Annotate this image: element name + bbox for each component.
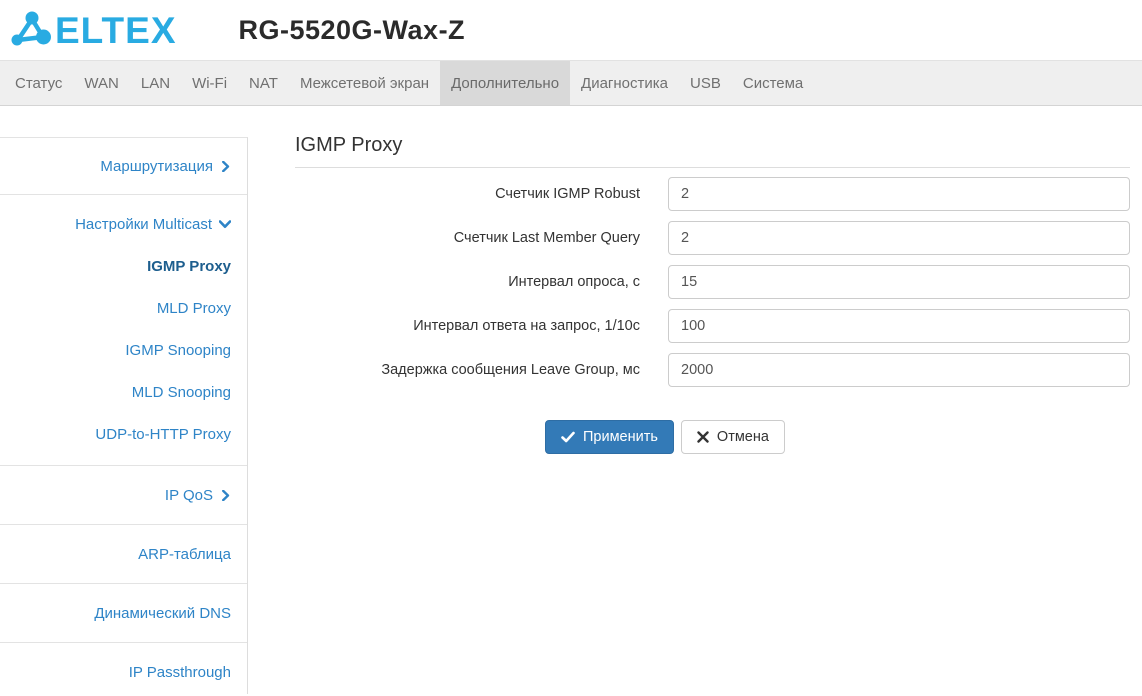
form-row: Задержка сообщения Leave Group, мс [295,353,1130,387]
main-panel: IGMP Proxy Счетчик IGMP Robust Счетчик L… [248,106,1142,694]
sidebar-item-label: Динамический DNS [94,604,231,622]
sidebar-item-multicast-settings[interactable]: Настройки Multicast [0,203,247,245]
eltex-molecule-icon [10,9,52,51]
sidebar-item-mld-proxy[interactable]: MLD Proxy [0,287,247,329]
cancel-button-label: Отмена [716,429,769,445]
igmp-robust-count-input[interactable] [668,177,1130,211]
sidebar-item-routing[interactable]: Маршрутизация [100,158,247,175]
tab-nat[interactable]: NAT [238,61,289,105]
sidebar-item-udp-to-http-proxy[interactable]: UDP-to-HTTP Proxy [0,413,247,455]
cancel-button[interactable]: Отмена [680,420,785,454]
leave-group-delay-input[interactable] [668,353,1130,387]
field-label: Счетчик IGMP Robust [495,186,640,202]
form-row: Счетчик Last Member Query [295,221,1130,255]
sidebar-item-label: Маршрутизация [100,157,213,175]
tab-diagnostics[interactable]: Диагностика [570,61,679,105]
main-nav: Статус WAN LAN Wi-Fi NAT Межсетевой экра… [0,60,1142,106]
field-label: Интервал ответа на запрос, 1/10с [413,318,640,334]
sidebar-section-routing: Маршрутизация [0,138,247,195]
sidebar-item-ip-passthrough[interactable]: IP Passthrough [0,651,247,693]
sidebar-item-igmp-proxy[interactable]: IGMP Proxy [0,245,247,287]
apply-button[interactable]: Применить [545,420,674,454]
sidebar-menu: Маршрутизация Настройки Multicast IGMP P… [0,137,248,694]
sidebar-section-multicast: Настройки Multicast IGMP Proxy MLD Proxy… [0,195,247,466]
tab-wan[interactable]: WAN [73,61,129,105]
sidebar-item-label: Настройки Multicast [75,215,212,233]
device-model-title: RG-5520G-Wax-Z [238,14,466,45]
header: ELTEX RG-5520G-Wax-Z [0,0,1142,60]
tab-additional[interactable]: Дополнительно [440,61,571,105]
field-label: Задержка сообщения Leave Group, мс [381,362,640,378]
sidebar-item-label: MLD Snooping [131,383,231,401]
sidebar-section-ddns: Динамический DNS [0,584,247,643]
tab-lan[interactable]: LAN [130,61,181,105]
tab-wifi[interactable]: Wi-Fi [181,61,238,105]
tab-system[interactable]: Система [732,61,814,105]
check-icon [561,430,575,444]
sidebar-item-label: IGMP Snooping [125,341,231,359]
sidebar-item-label: UDP-to-HTTP Proxy [95,425,231,443]
tab-status[interactable]: Статус [4,61,73,105]
sidebar-item-mld-snooping[interactable]: MLD Snooping [0,371,247,413]
sidebar-item-igmp-snooping[interactable]: IGMP Snooping [0,329,247,371]
form-row: Интервал ответа на запрос, 1/10с [295,309,1130,343]
sidebar: Маршрутизация Настройки Multicast IGMP P… [0,106,248,694]
sidebar-item-dynamic-dns[interactable]: Динамический DNS [94,605,247,622]
sidebar-item-label: IGMP Proxy [147,257,231,275]
content-area: Маршрутизация Настройки Multicast IGMP P… [0,106,1142,694]
sidebar-section-arp: ARP-таблица [0,525,247,584]
field-label: Счетчик Last Member Query [453,230,640,246]
chevron-right-icon [220,489,231,501]
query-interval-input[interactable] [668,265,1130,299]
query-response-interval-input[interactable] [668,309,1130,343]
apply-button-label: Применить [583,429,658,445]
tab-usb[interactable]: USB [679,61,732,105]
x-icon [697,431,709,443]
chevron-down-icon [219,218,231,230]
sidebar-item-arp-table[interactable]: ARP-таблица [138,546,247,563]
sidebar-item-ip-qos[interactable]: IP QoS [165,487,247,504]
sidebar-item-label: IP Passthrough [128,663,231,681]
sidebar-item-label: MLD Proxy [156,299,231,317]
sidebar-item-label: IP QoS [164,486,213,504]
form-row: Интервал опроса, с [295,265,1130,299]
page-title: IGMP Proxy [295,134,1130,168]
form-row: Счетчик IGMP Robust [295,177,1130,211]
sidebar-item-label: ARP-таблица [138,545,231,563]
tab-firewall[interactable]: Межсетевой экран [289,61,440,105]
sidebar-section-ipqos: IP QoS [0,466,247,525]
eltex-logo: ELTEX [10,9,177,51]
field-label: Интервал опроса, с [508,274,640,290]
sidebar-section-passthrough: IP Passthrough [0,643,247,694]
chevron-right-icon [220,160,231,172]
brand-name: ELTEX [55,9,177,51]
form-buttons: Применить Отмена [545,420,1130,454]
last-member-query-count-input[interactable] [668,221,1130,255]
